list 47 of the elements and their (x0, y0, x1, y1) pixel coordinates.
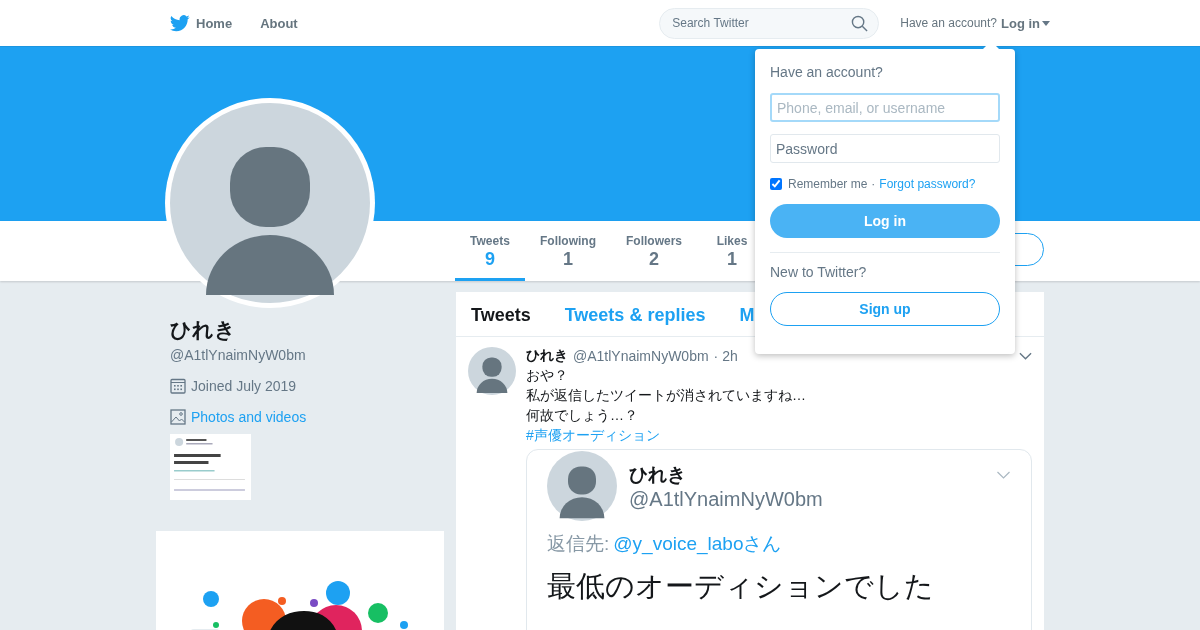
nav-link[interactable]: About (260, 14, 298, 32)
profile-handle: @A1tlYnaimNyW0bm (170, 347, 307, 363)
search-icon (851, 14, 869, 32)
image-icon (170, 409, 186, 425)
chevron-down-icon (996, 471, 1011, 479)
timeline-tab[interactable]: M (739, 305, 755, 326)
login-button[interactable]: Log in (770, 204, 1000, 238)
calendar-icon (170, 378, 186, 394)
search-field[interactable]: Search Twitter (659, 7, 880, 39)
timeline-tab[interactable]: Tweets & replies (564, 305, 706, 326)
remember-checkbox[interactable] (770, 178, 782, 190)
tweet-time: · 2h (713, 348, 738, 364)
signup-prompt: New to Twitter? (770, 264, 868, 280)
bird-icon (170, 14, 190, 32)
separator-dot: · (871, 177, 876, 191)
forgot-password-link[interactable]: Forgot password? (879, 177, 976, 191)
nav-link[interactable]: Home (170, 14, 233, 32)
stat-tab[interactable]: Following 1 (525, 221, 611, 281)
profile-name: ひれき (170, 317, 237, 343)
chevron-down-icon[interactable] (1019, 352, 1032, 360)
signup-button[interactable]: Sign up (770, 292, 1000, 326)
remember-label: Remember me (788, 177, 868, 191)
tweet-author-name: ひれき (526, 347, 568, 365)
stat-tab[interactable]: Tweets 9 (455, 221, 525, 281)
photos-videos-link[interactable]: Photos and videos (191, 409, 307, 425)
avatar-icon (468, 347, 516, 395)
caret-icon (1042, 20, 1050, 26)
avatar-icon (547, 451, 617, 521)
timeline-tab[interactable]: Tweets (471, 305, 531, 326)
password-field[interactable]: Password (770, 134, 1000, 163)
account-prompt: Have an account? (900, 16, 997, 30)
tweet-text-line: おや？ (526, 366, 569, 385)
author-handle: @A1tlYnaimNyW0bm (629, 487, 824, 511)
tweet-text-line: 私が返信したツイートが消されていますね… (526, 386, 807, 405)
tweet-text-line: 何故でしょう…？ (526, 406, 639, 425)
embedded-screenshot[interactable]: ひれき @A1tlYnaimNyW0bm 返信先: @y_voice_laboさん 最低のオーディションでした (526, 449, 1032, 630)
dropdown-title: Have an account? (770, 64, 884, 80)
tweet-author-handle: @A1tlYnaimNyW0bm (573, 348, 709, 364)
hashtag-link[interactable]: #声優オーディション (526, 425, 1032, 445)
author-name: ひれき (629, 462, 687, 487)
screenshot-tweet-text: 最低のオーディションでした (547, 569, 935, 604)
reply-to-label: 返信先: (547, 533, 610, 554)
joined-date: Joined July 2019 (191, 378, 297, 394)
reply-to-link: @y_voice_laboさん (613, 533, 782, 554)
username-field[interactable]: Phone, email, or username (770, 93, 1000, 122)
stat-tab[interactable]: Followers 2 (611, 221, 697, 281)
login-menu-button[interactable]: Log in (1001, 15, 1050, 31)
